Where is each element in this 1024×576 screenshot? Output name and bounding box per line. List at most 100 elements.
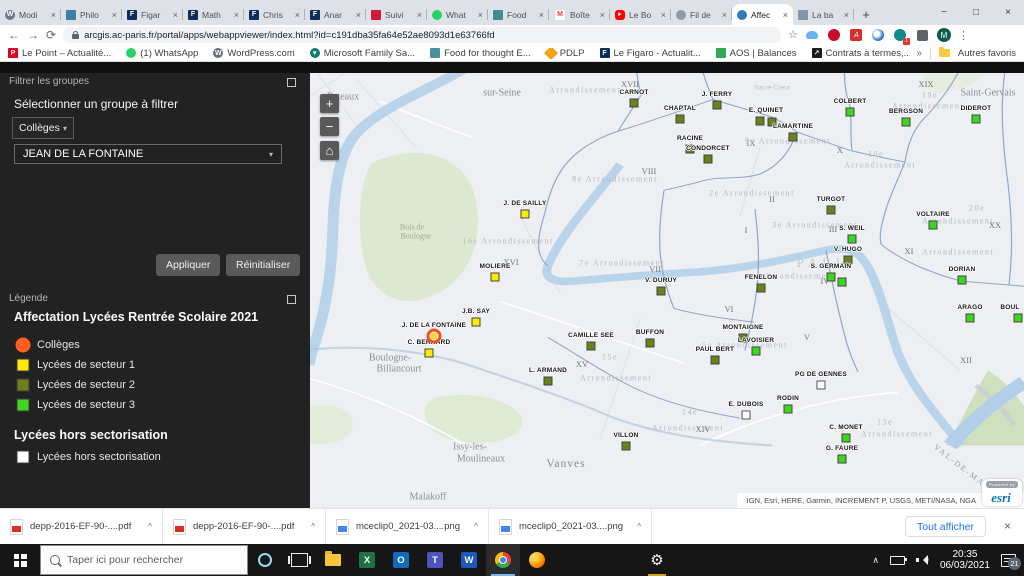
download-caret-icon[interactable]: ^ <box>311 522 315 531</box>
tab-close-icon[interactable]: × <box>478 10 483 20</box>
bookmark-item[interactable]: WWordPress.com <box>213 48 294 59</box>
tab-close-icon[interactable]: × <box>112 10 117 20</box>
school-marker[interactable] <box>757 284 766 293</box>
bookmarks-more-icon[interactable]: » <box>916 48 922 59</box>
school-marker[interactable] <box>827 273 836 282</box>
school-marker[interactable] <box>817 381 826 390</box>
browser-tab[interactable]: Food× <box>488 4 549 25</box>
tab-close-icon[interactable]: × <box>51 10 56 20</box>
profile-avatar[interactable]: M <box>937 28 951 42</box>
school-marker[interactable] <box>756 117 765 126</box>
browser-tab[interactable]: FMath× <box>183 4 244 25</box>
bookmark-item[interactable]: (1) WhatsApp <box>126 48 198 59</box>
school-marker[interactable] <box>842 434 851 443</box>
apply-button[interactable]: Appliquer <box>156 254 220 276</box>
school-marker[interactable] <box>789 133 798 142</box>
panel-expand-icon[interactable] <box>287 295 296 304</box>
browser-tab[interactable]: WModi× <box>0 4 61 25</box>
download-chip[interactable]: mceclip0_2021-03....png^ <box>489 509 652 544</box>
school-marker[interactable] <box>846 108 855 117</box>
reset-button[interactable]: Réinitialiser <box>226 254 300 276</box>
download-caret-icon[interactable]: ^ <box>148 522 152 531</box>
taskbar-search-input[interactable]: Taper ici pour rechercher <box>40 545 248 575</box>
school-marker[interactable] <box>902 118 911 127</box>
download-caret-icon[interactable]: ^ <box>474 522 478 531</box>
school-marker[interactable] <box>630 99 639 108</box>
school-marker[interactable] <box>838 455 847 464</box>
bookmark-item[interactable]: AOS | Balances <box>716 48 797 59</box>
new-tab-button[interactable]: + <box>854 4 878 25</box>
school-marker[interactable] <box>929 221 938 230</box>
download-caret-icon[interactable]: ^ <box>637 522 641 531</box>
tab-close-icon[interactable]: × <box>234 10 239 20</box>
acrobat-extension-icon[interactable]: A <box>849 28 864 43</box>
bookmark-item[interactable]: Food for thought E... <box>430 48 531 59</box>
bookmark-item[interactable]: FLe Figaro - Actualit... <box>600 48 701 59</box>
school-marker[interactable] <box>1014 314 1023 323</box>
panel-expand-icon[interactable] <box>287 78 296 87</box>
browser-tab[interactable]: Fil de× <box>671 4 732 25</box>
browser-tab[interactable]: FChris× <box>244 4 305 25</box>
school-marker[interactable] <box>521 210 530 219</box>
school-marker[interactable] <box>587 342 596 351</box>
browser-tab[interactable]: Suivi× <box>366 4 427 25</box>
school-marker[interactable] <box>657 287 666 296</box>
school-marker[interactable] <box>958 276 967 285</box>
bookmark-star-icon[interactable]: ☆ <box>788 30 798 41</box>
chrome-taskbar-button[interactable] <box>486 544 520 576</box>
teams-taskbar-button[interactable]: T <box>418 544 452 576</box>
bookmark-item[interactable]: PDLP <box>546 48 585 59</box>
tray-chevron-icon[interactable]: ∧ <box>872 555 879 566</box>
school-marker[interactable] <box>742 411 751 420</box>
tab-close-icon[interactable]: × <box>722 10 727 20</box>
show-all-downloads-button[interactable]: Tout afficher <box>905 516 986 537</box>
browser-tab[interactable]: Philo× <box>61 4 122 25</box>
school-marker[interactable] <box>966 314 975 323</box>
settings-button[interactable]: ⚙ <box>640 544 674 576</box>
tab-close-icon[interactable]: × <box>661 10 666 20</box>
back-icon[interactable]: ← <box>8 29 20 41</box>
tab-close-icon[interactable]: × <box>173 10 178 20</box>
browser-menu-icon[interactable]: ⋮ <box>958 29 969 42</box>
school-marker[interactable] <box>972 115 981 124</box>
download-chip[interactable]: depp-2016-EF-90-....pdf^ <box>0 509 163 544</box>
school-marker[interactable] <box>838 278 847 287</box>
group-select[interactable]: Collèges ▾ <box>12 117 74 139</box>
bookmark-item[interactable]: PLe Point – Actualité... <box>8 48 111 59</box>
home-button[interactable]: ⌂ <box>320 141 339 160</box>
bookmark-item[interactable]: ↗Contrats à termes,... <box>812 48 911 59</box>
notification-center-button[interactable]: 21 <box>1001 554 1016 567</box>
browser-tab[interactable]: Affec× <box>732 4 793 25</box>
firefox-taskbar-button[interactable] <box>520 544 554 576</box>
word-taskbar-button[interactable]: W <box>452 544 486 576</box>
outlook-taskbar-button[interactable]: O <box>384 544 418 576</box>
tab-close-icon[interactable]: × <box>783 10 788 20</box>
url-bar[interactable]: arcgis.ac-paris.fr/portal/apps/webappvie… <box>63 27 781 43</box>
minimize-button[interactable]: − <box>928 7 960 18</box>
tab-close-icon[interactable]: × <box>844 10 849 20</box>
zoom-out-button[interactable]: − <box>320 117 339 136</box>
battery-icon[interactable] <box>890 556 905 565</box>
school-marker[interactable] <box>711 356 720 365</box>
school-marker[interactable] <box>491 273 500 282</box>
tab-close-icon[interactable]: × <box>417 10 422 20</box>
forward-icon[interactable]: → <box>27 29 39 41</box>
taskbar-clock[interactable]: 20:35 06/03/2021 <box>940 549 990 572</box>
zoom-in-button[interactable]: + <box>320 94 339 113</box>
reload-icon[interactable]: ⟳ <box>46 29 56 41</box>
school-marker[interactable] <box>704 155 713 164</box>
vpn-extension-icon[interactable] <box>871 28 886 43</box>
school-select[interactable]: JEAN DE LA FONTAINE ▾ <box>14 144 282 164</box>
start-button[interactable] <box>0 544 40 576</box>
badge-extension-icon[interactable] <box>893 28 908 43</box>
tab-close-icon[interactable]: × <box>539 10 544 20</box>
school-marker[interactable] <box>472 318 481 327</box>
bookmark-item[interactable]: ♥Microsoft Family Sa... <box>310 48 415 59</box>
cortana-button[interactable] <box>248 544 282 576</box>
download-chip[interactable]: mceclip0_2021-03....png^ <box>326 509 489 544</box>
school-marker[interactable] <box>544 377 553 386</box>
browser-tab[interactable]: FFigar× <box>122 4 183 25</box>
browser-tab[interactable]: La ba× <box>793 4 854 25</box>
browser-tab[interactable]: ▸Le Bo× <box>610 4 671 25</box>
school-marker[interactable] <box>827 206 836 215</box>
